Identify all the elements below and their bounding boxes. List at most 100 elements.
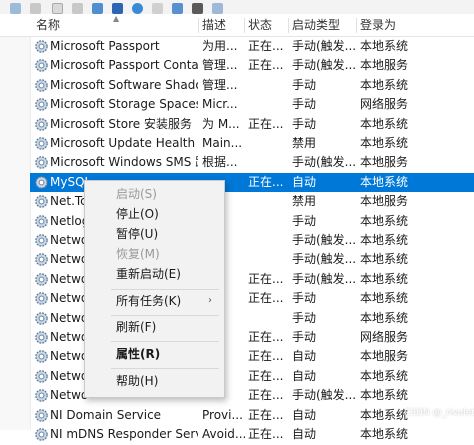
service-gear-icon	[34, 117, 49, 132]
menu-item-help[interactable]: 帮助(H)	[85, 371, 224, 391]
service-logon-as: 本地系统	[360, 174, 409, 189]
service-row[interactable]: NI mDNS Responder Servi... Avoid...正在... 自…	[30, 425, 474, 444]
service-startup-type: 手动	[292, 213, 317, 228]
service-status: 正在...	[248, 388, 284, 403]
service-logon-as: 本地系统	[360, 291, 409, 306]
service-row[interactable]: Microsoft Passport 为用... 正在... 手动(触发... 本地系统	[30, 37, 474, 56]
service-name: Microsoft Store 安装服务	[50, 116, 192, 131]
menu-item-all-tasks[interactable]: 所有任务(K) ›	[85, 291, 224, 311]
menu-item-pause[interactable]: 暂停(U)	[85, 224, 224, 244]
service-row[interactable]: Microsoft Windows SMS 路... 根据... 手动(触发...本…	[30, 153, 474, 172]
service-gear-icon	[34, 349, 49, 364]
forward-icon[interactable]	[30, 3, 41, 14]
service-gear-icon	[34, 427, 49, 442]
service-logon-as: 本地系统	[360, 388, 409, 403]
menu-item-label: 刷新(F)	[116, 320, 157, 334]
show-hide-tree-icon[interactable]	[52, 3, 63, 14]
column-status[interactable]: 状态	[248, 14, 272, 36]
service-status: 正在...	[248, 349, 284, 364]
menu-separator	[111, 315, 219, 316]
service-row[interactable]: Microsoft Software Shado... 管理... 手动 本地系统	[30, 76, 474, 95]
left-margin	[0, 14, 31, 430]
service-row[interactable]: Microsoft Store 安装服务为 M... 正在... 手动 本地系统	[30, 115, 474, 134]
service-logon-as: 本地服务	[360, 58, 409, 73]
service-startup-type: 手动(触发...	[292, 233, 357, 247]
service-logon-as: 本地系统	[360, 116, 409, 131]
service-startup-type: 手动(触发...	[292, 39, 357, 53]
menu-item-resume[interactable]: 恢复(M)	[85, 244, 224, 264]
watermark: CSDN @_rivulet	[404, 408, 474, 418]
service-gear-icon	[34, 194, 49, 209]
menu-item-stop[interactable]: 停止(O)	[85, 204, 224, 224]
service-startup-type: 手动	[292, 116, 317, 131]
service-startup-type: 自动	[292, 174, 317, 189]
column-divider[interactable]	[244, 18, 245, 33]
export-list-icon[interactable]	[112, 3, 123, 14]
service-startup-type: 手动(触发...	[292, 155, 357, 170]
service-gear-icon	[34, 58, 49, 73]
service-status: 正在...	[248, 407, 284, 422]
service-status: 正在...	[248, 330, 284, 344]
service-startup-type: 自动	[292, 349, 317, 364]
column-divider[interactable]	[288, 18, 289, 33]
menu-item-refresh[interactable]: 刷新(F)	[85, 317, 224, 337]
service-row[interactable]: Microsoft Storage Spaces S... Micr... 手动 网络…	[30, 95, 474, 114]
menu-item-properties[interactable]: 属性(R)	[85, 344, 224, 364]
service-gear-icon	[34, 272, 49, 287]
service-gear-icon	[34, 408, 49, 423]
pause-service-icon[interactable]	[192, 3, 203, 14]
refresh-icon[interactable]	[92, 3, 103, 14]
service-gear-icon	[34, 39, 49, 54]
service-gear-icon	[34, 311, 49, 326]
service-startup-type: 手动	[292, 97, 317, 112]
column-description[interactable]: 描述	[202, 14, 226, 36]
service-row[interactable]: Microsoft Passport Container 管理... 正在... 手动…	[30, 56, 474, 75]
service-status	[248, 153, 288, 172]
service-startup-type: 手动(触发...	[292, 252, 357, 267]
menu-separator	[111, 341, 219, 342]
service-name: Microsoft Passport	[50, 39, 160, 53]
service-logon-as: 本地服务	[360, 155, 409, 170]
service-status: 正在...	[248, 291, 284, 306]
menu-item-label: 启动(S)	[116, 187, 157, 201]
menu-item-restart[interactable]: 重新启动(E)	[85, 264, 224, 284]
column-name[interactable]: 名称	[36, 14, 60, 36]
stop-service-icon[interactable]	[172, 3, 183, 14]
back-icon[interactable]	[10, 3, 21, 14]
menu-item-label: 属性(R)	[116, 347, 161, 361]
service-startup-type: 手动	[292, 291, 317, 306]
service-gear-icon	[34, 369, 49, 384]
menu-item-label: 重新启动(E)	[116, 267, 181, 281]
service-status	[248, 192, 288, 211]
restart-service-icon[interactable]	[212, 3, 223, 14]
column-logon-as[interactable]: 登录为	[360, 14, 396, 36]
service-gear-icon	[34, 175, 49, 190]
service-status	[248, 76, 288, 95]
service-gear-icon	[34, 252, 49, 267]
sort-ascending-icon[interactable]: ▲	[113, 15, 119, 23]
help-icon[interactable]	[132, 3, 143, 14]
service-gear-icon	[34, 97, 49, 112]
service-startup-type: 手动	[292, 77, 317, 92]
menu-item-start[interactable]: 启动(S)	[85, 184, 224, 204]
service-logon-as: 本地服务	[360, 194, 409, 209]
service-status	[248, 231, 288, 250]
service-logon-as: 本地系统	[360, 233, 409, 247]
menu-item-label: 恢复(M)	[116, 247, 160, 261]
service-gear-icon	[34, 155, 49, 170]
toolbar	[0, 0, 474, 15]
column-divider[interactable]	[198, 18, 199, 33]
start-service-icon[interactable]	[152, 3, 163, 14]
service-logon-as: 本地服务	[360, 349, 409, 364]
service-name: Microsoft Update Health S...	[50, 136, 198, 150]
properties-icon[interactable]	[72, 3, 83, 14]
service-gear-icon	[34, 214, 49, 229]
column-divider[interactable]	[356, 18, 357, 33]
service-description: 为 M...	[202, 116, 240, 131]
service-description: 根据...	[202, 155, 238, 170]
service-row[interactable]: Microsoft Update Health S... Main... 禁用 本地系…	[30, 134, 474, 153]
column-startup-type[interactable]: 启动类型	[292, 14, 340, 36]
service-description: 管理...	[202, 77, 238, 92]
service-logon-as: 本地系统	[360, 310, 409, 325]
service-gear-icon	[34, 78, 49, 93]
